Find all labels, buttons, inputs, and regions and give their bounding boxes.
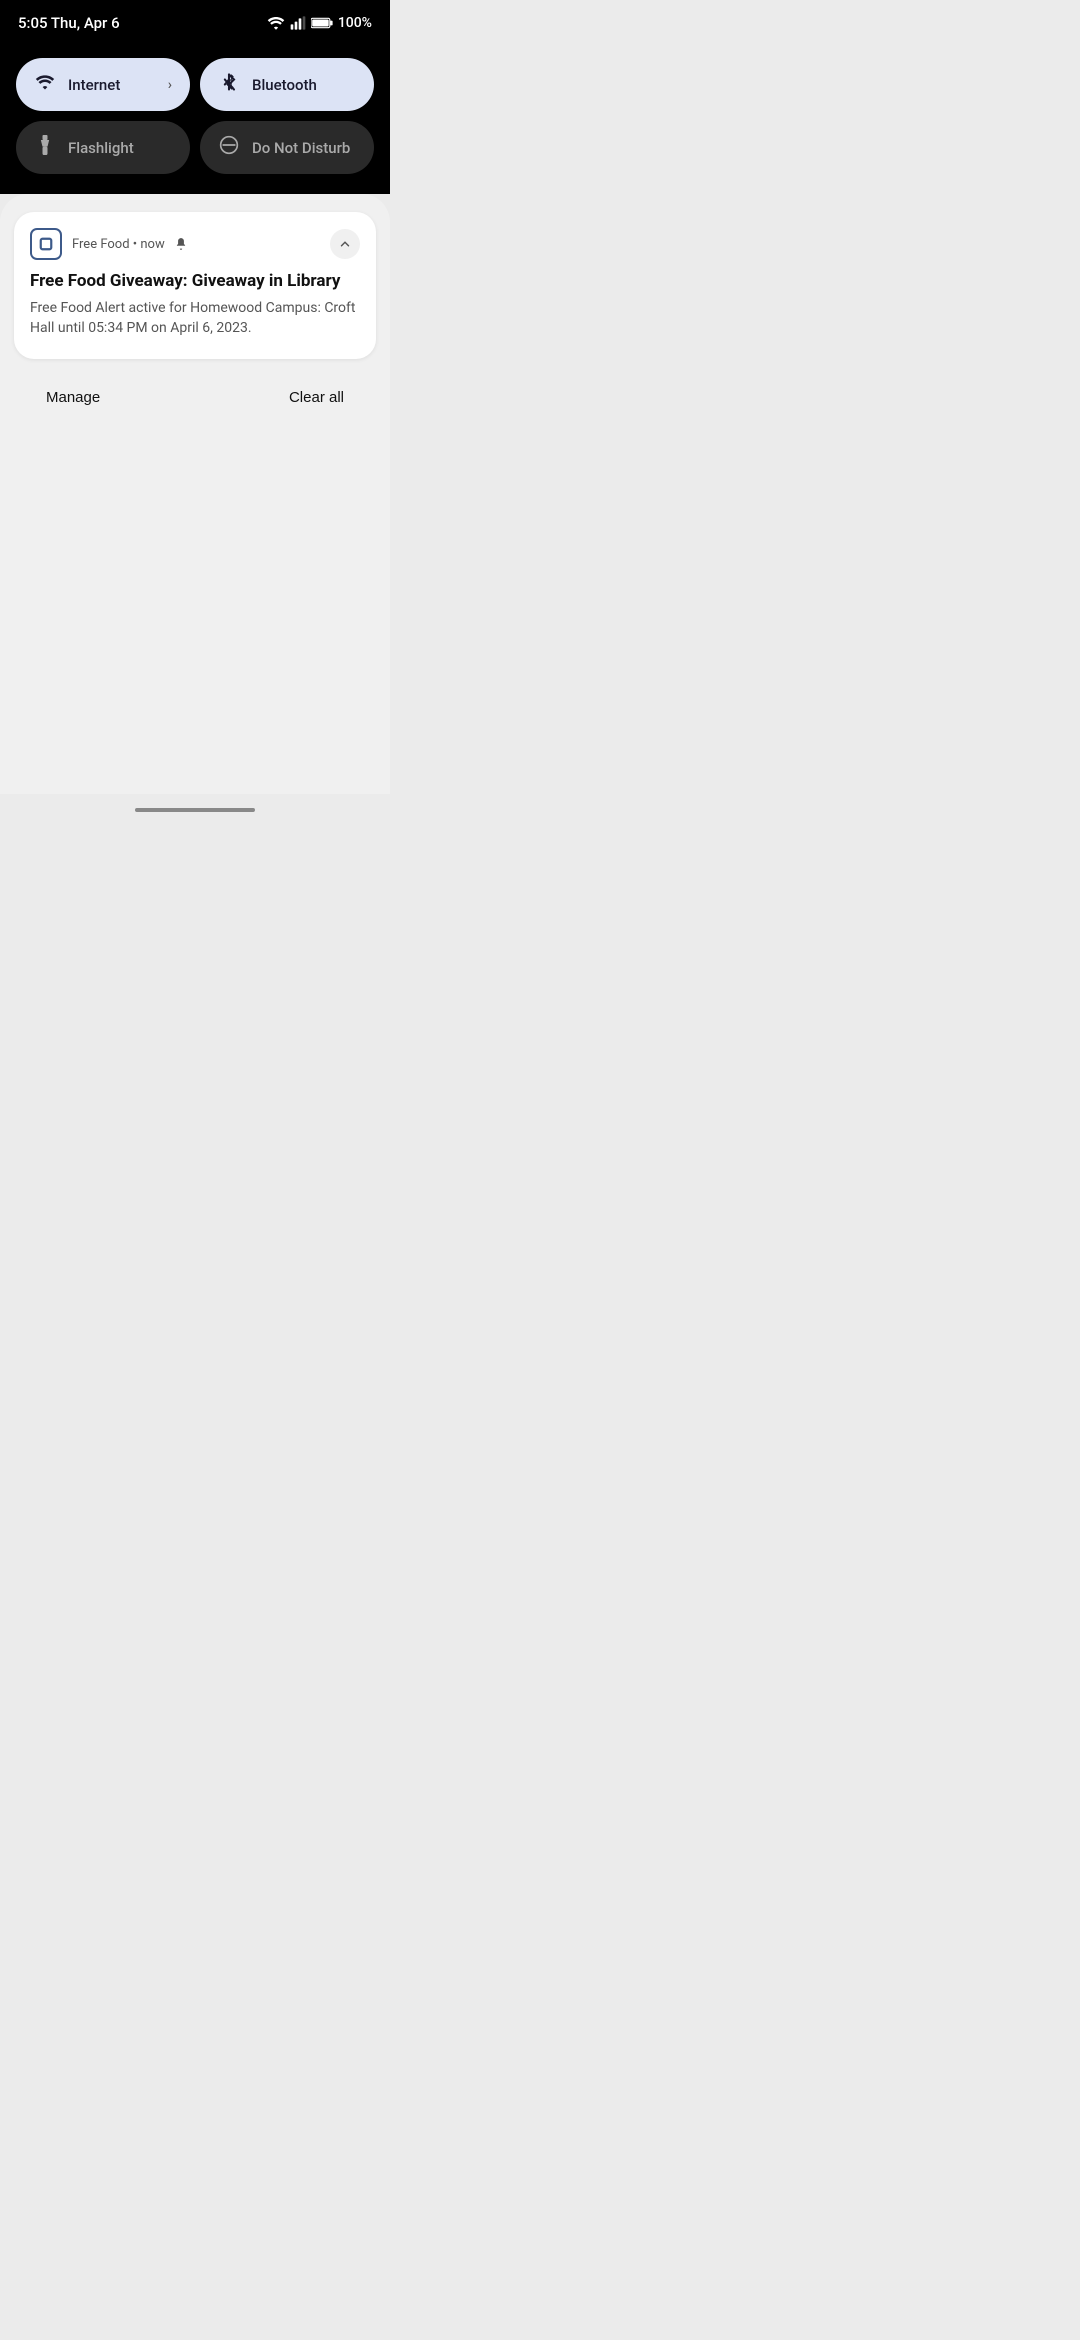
flashlight-qs-icon — [34, 135, 56, 160]
qs-tile-flashlight[interactable]: Flashlight — [16, 121, 190, 174]
notif-header: Free Food • now — [30, 228, 360, 260]
qs-tile-internet[interactable]: Internet › — [16, 58, 190, 111]
notif-header-left: Free Food • now — [30, 228, 188, 260]
bottom-padding — [14, 418, 376, 498]
home-indicator-bar — [135, 808, 255, 812]
battery-percent: 100% — [338, 15, 372, 31]
home-indicator-area — [0, 794, 390, 824]
notification-actions: Manage Clear all — [14, 377, 376, 418]
wifi-icon — [267, 16, 285, 30]
status-icons: 100% — [267, 15, 372, 31]
status-bar: 5:05 Thu, Apr 6 100% — [0, 0, 390, 44]
notif-title: Free Food Giveaway: Giveaway in Library — [30, 270, 360, 292]
dnd-qs-icon — [218, 135, 240, 160]
bluetooth-qs-icon — [218, 72, 240, 97]
qs-tile-bluetooth[interactable]: Bluetooth — [200, 58, 374, 111]
wifi-qs-icon — [34, 74, 56, 95]
bluetooth-tile-label: Bluetooth — [252, 76, 356, 94]
notif-app-name: Free Food • now — [72, 237, 188, 252]
notification-card-freefood: Free Food • now Free Food Giveaway: Give… — [14, 212, 376, 359]
manage-button[interactable]: Manage — [18, 377, 128, 418]
qs-tile-donotdisturb[interactable]: Do Not Disturb — [200, 121, 374, 174]
signal-icon — [290, 16, 306, 30]
quick-settings-panel: Internet › Bluetooth Flashlight — [0, 44, 390, 194]
internet-arrow-icon: › — [168, 77, 172, 93]
notifications-area: Free Food • now Free Food Giveaway: Give… — [0, 194, 390, 794]
notif-expand-button[interactable] — [330, 229, 360, 259]
flashlight-tile-label: Flashlight — [68, 139, 172, 157]
internet-tile-label: Internet — [68, 76, 156, 94]
dnd-tile-label: Do Not Disturb — [252, 139, 356, 157]
status-time: 5:05 Thu, Apr 6 — [18, 14, 120, 32]
clear-all-button[interactable]: Clear all — [261, 377, 372, 418]
notif-body: Free Food Alert active for Homewood Camp… — [30, 298, 360, 339]
notif-app-icon — [30, 228, 62, 260]
battery-icon — [311, 17, 333, 29]
